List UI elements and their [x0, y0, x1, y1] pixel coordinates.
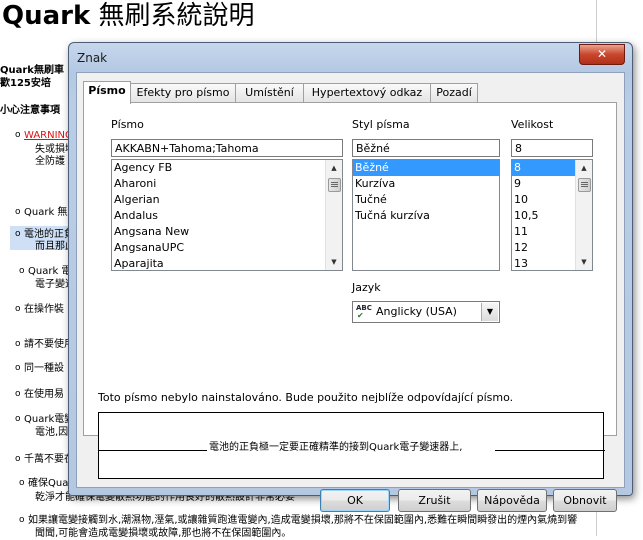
document-title: Quark 無刷系統說明 [2, 1, 255, 31]
scroll-thumb[interactable] [328, 178, 341, 192]
font-family-label: Písmo [111, 118, 144, 131]
dialog-body: Písmo Efekty pro písmo Umístění Hypertex… [76, 72, 625, 512]
document-line: 確保Quar [28, 478, 73, 489]
font-not-installed-note: Toto písmo nebylo nainstalováno. Bude po… [98, 391, 514, 404]
font-family-list-item[interactable]: AngsanaUPC [112, 240, 342, 256]
bullet-icon: o [15, 304, 21, 314]
font-family-list[interactable]: Agency FB Aharoni Algerian Andalus Angsana N… [111, 159, 343, 271]
preview-baseline-right [495, 450, 605, 451]
language-select[interactable]: ABC ✔ Anglicky (USA) ▼ [352, 301, 500, 323]
document-line: 聞聞,可能會造成電變損壞或故障,那也將不在保固範圍內。 [35, 528, 292, 539]
document-line: 千萬不要在 [24, 454, 74, 465]
checkmark-icon: ✔ [357, 311, 364, 320]
size-list-scrollbar[interactable]: ▲ ▼ [575, 160, 592, 270]
font-family-list-item[interactable]: Andalus [112, 208, 342, 224]
bullet-icon: o [15, 389, 21, 399]
character-dialog: Znak ✕ Písmo Efekty pro písmo Umístění H… [68, 42, 633, 512]
document-line: 小心注意事項 [0, 105, 60, 116]
document-line: 歡125安培 [0, 78, 51, 89]
document-line: 電池,因 [35, 427, 69, 438]
bullet-icon: o [15, 454, 21, 464]
scroll-up-arrow-icon[interactable]: ▲ [326, 160, 342, 176]
bullet-icon: o [15, 339, 21, 349]
document-line: 同一種設 [24, 363, 64, 374]
font-family-list-item[interactable]: Aharoni [112, 176, 342, 192]
document-line: 如果讓電變接觸到水,潮濕物,溼氣,或讓雜質跑進電變內,造成電變損壞,那將不在保固… [28, 515, 578, 526]
dialog-title: Znak [77, 51, 108, 65]
font-size-list[interactable]: 8 9 10 10,5 11 12 13 ▲ ▼ [511, 159, 593, 271]
font-size-input[interactable]: 8 [511, 139, 593, 157]
bullet-icon: o [15, 130, 21, 140]
scroll-up-arrow-icon[interactable]: ▲ [576, 160, 592, 176]
tab-position[interactable]: Umístění [235, 83, 304, 103]
font-list-scrollbar[interactable]: ▲ ▼ [325, 160, 342, 270]
document-line: 在操作裝 [24, 304, 64, 315]
cancel-button[interactable]: Zrušit [398, 489, 471, 512]
font-family-list-item[interactable]: Aparajita [112, 256, 342, 270]
scroll-thumb[interactable] [578, 178, 591, 192]
font-size-label: Velikost [511, 118, 554, 131]
tab-font[interactable]: Písmo [83, 81, 131, 104]
font-style-list-item[interactable]: Kurzíva [353, 176, 499, 192]
language-label: Jazyk [352, 281, 381, 294]
document-line: Quark電變 [24, 414, 75, 425]
document-line: 在使用易 [24, 389, 64, 400]
font-style-list[interactable]: Běžné Kurzíva Tučné Tučná kurzíva [352, 159, 500, 271]
document-line: 請不要使用 [24, 339, 74, 350]
scroll-down-arrow-icon[interactable]: ▼ [576, 254, 592, 270]
font-style-list-item[interactable]: Běžné [353, 160, 499, 176]
close-button[interactable]: ✕ [579, 44, 625, 65]
font-style-label: Styl písma [352, 118, 410, 131]
tab-font-effects[interactable]: Efekty pro písmo [130, 83, 236, 103]
font-style-list-item[interactable]: Tučná kurzíva [353, 208, 499, 224]
bullet-icon: o [19, 266, 25, 276]
bullet-icon: o [15, 207, 21, 217]
font-family-list-item[interactable]: Angsana New [112, 224, 342, 240]
bullet-icon: o [15, 363, 21, 373]
bullet-icon: o [15, 414, 21, 424]
ok-button[interactable]: OK [320, 489, 390, 512]
font-style-list-item[interactable]: Tučné [353, 192, 499, 208]
font-family-list-item[interactable]: Algerian [112, 192, 342, 208]
preview-baseline-left [99, 450, 207, 451]
bullet-icon: o [19, 515, 25, 525]
document-line: 全防護 [35, 156, 65, 167]
scroll-down-arrow-icon[interactable]: ▼ [326, 254, 342, 270]
document-line: WARNING [24, 130, 73, 141]
tab-background[interactable]: Pozadí [430, 83, 478, 103]
chevron-down-icon[interactable]: ▼ [481, 303, 498, 321]
bullet-icon: o [15, 229, 21, 239]
bullet-icon: o [19, 478, 25, 488]
tab-hyperlink[interactable]: Hypertextový odkaz [303, 83, 431, 103]
preview-text: 電池的正負極一定要正確精準的接到Quark電子變速器上, [209, 442, 463, 453]
help-button[interactable]: Nápověda [477, 489, 547, 512]
font-style-input[interactable]: Běžné [352, 139, 500, 157]
language-value: Anglicky (USA) [376, 305, 457, 318]
document-line: Quark無刷車 [0, 65, 64, 76]
font-family-input[interactable]: AKKABN+Tahoma;Tahoma [111, 139, 343, 157]
document-line: Quark 電 [28, 266, 72, 277]
font-family-list-item[interactable]: Agency FB [112, 160, 342, 176]
reset-button[interactable]: Obnovit [553, 489, 617, 512]
font-preview-box: 電池的正負極一定要正確精準的接到Quark電子變速器上, [98, 412, 605, 479]
